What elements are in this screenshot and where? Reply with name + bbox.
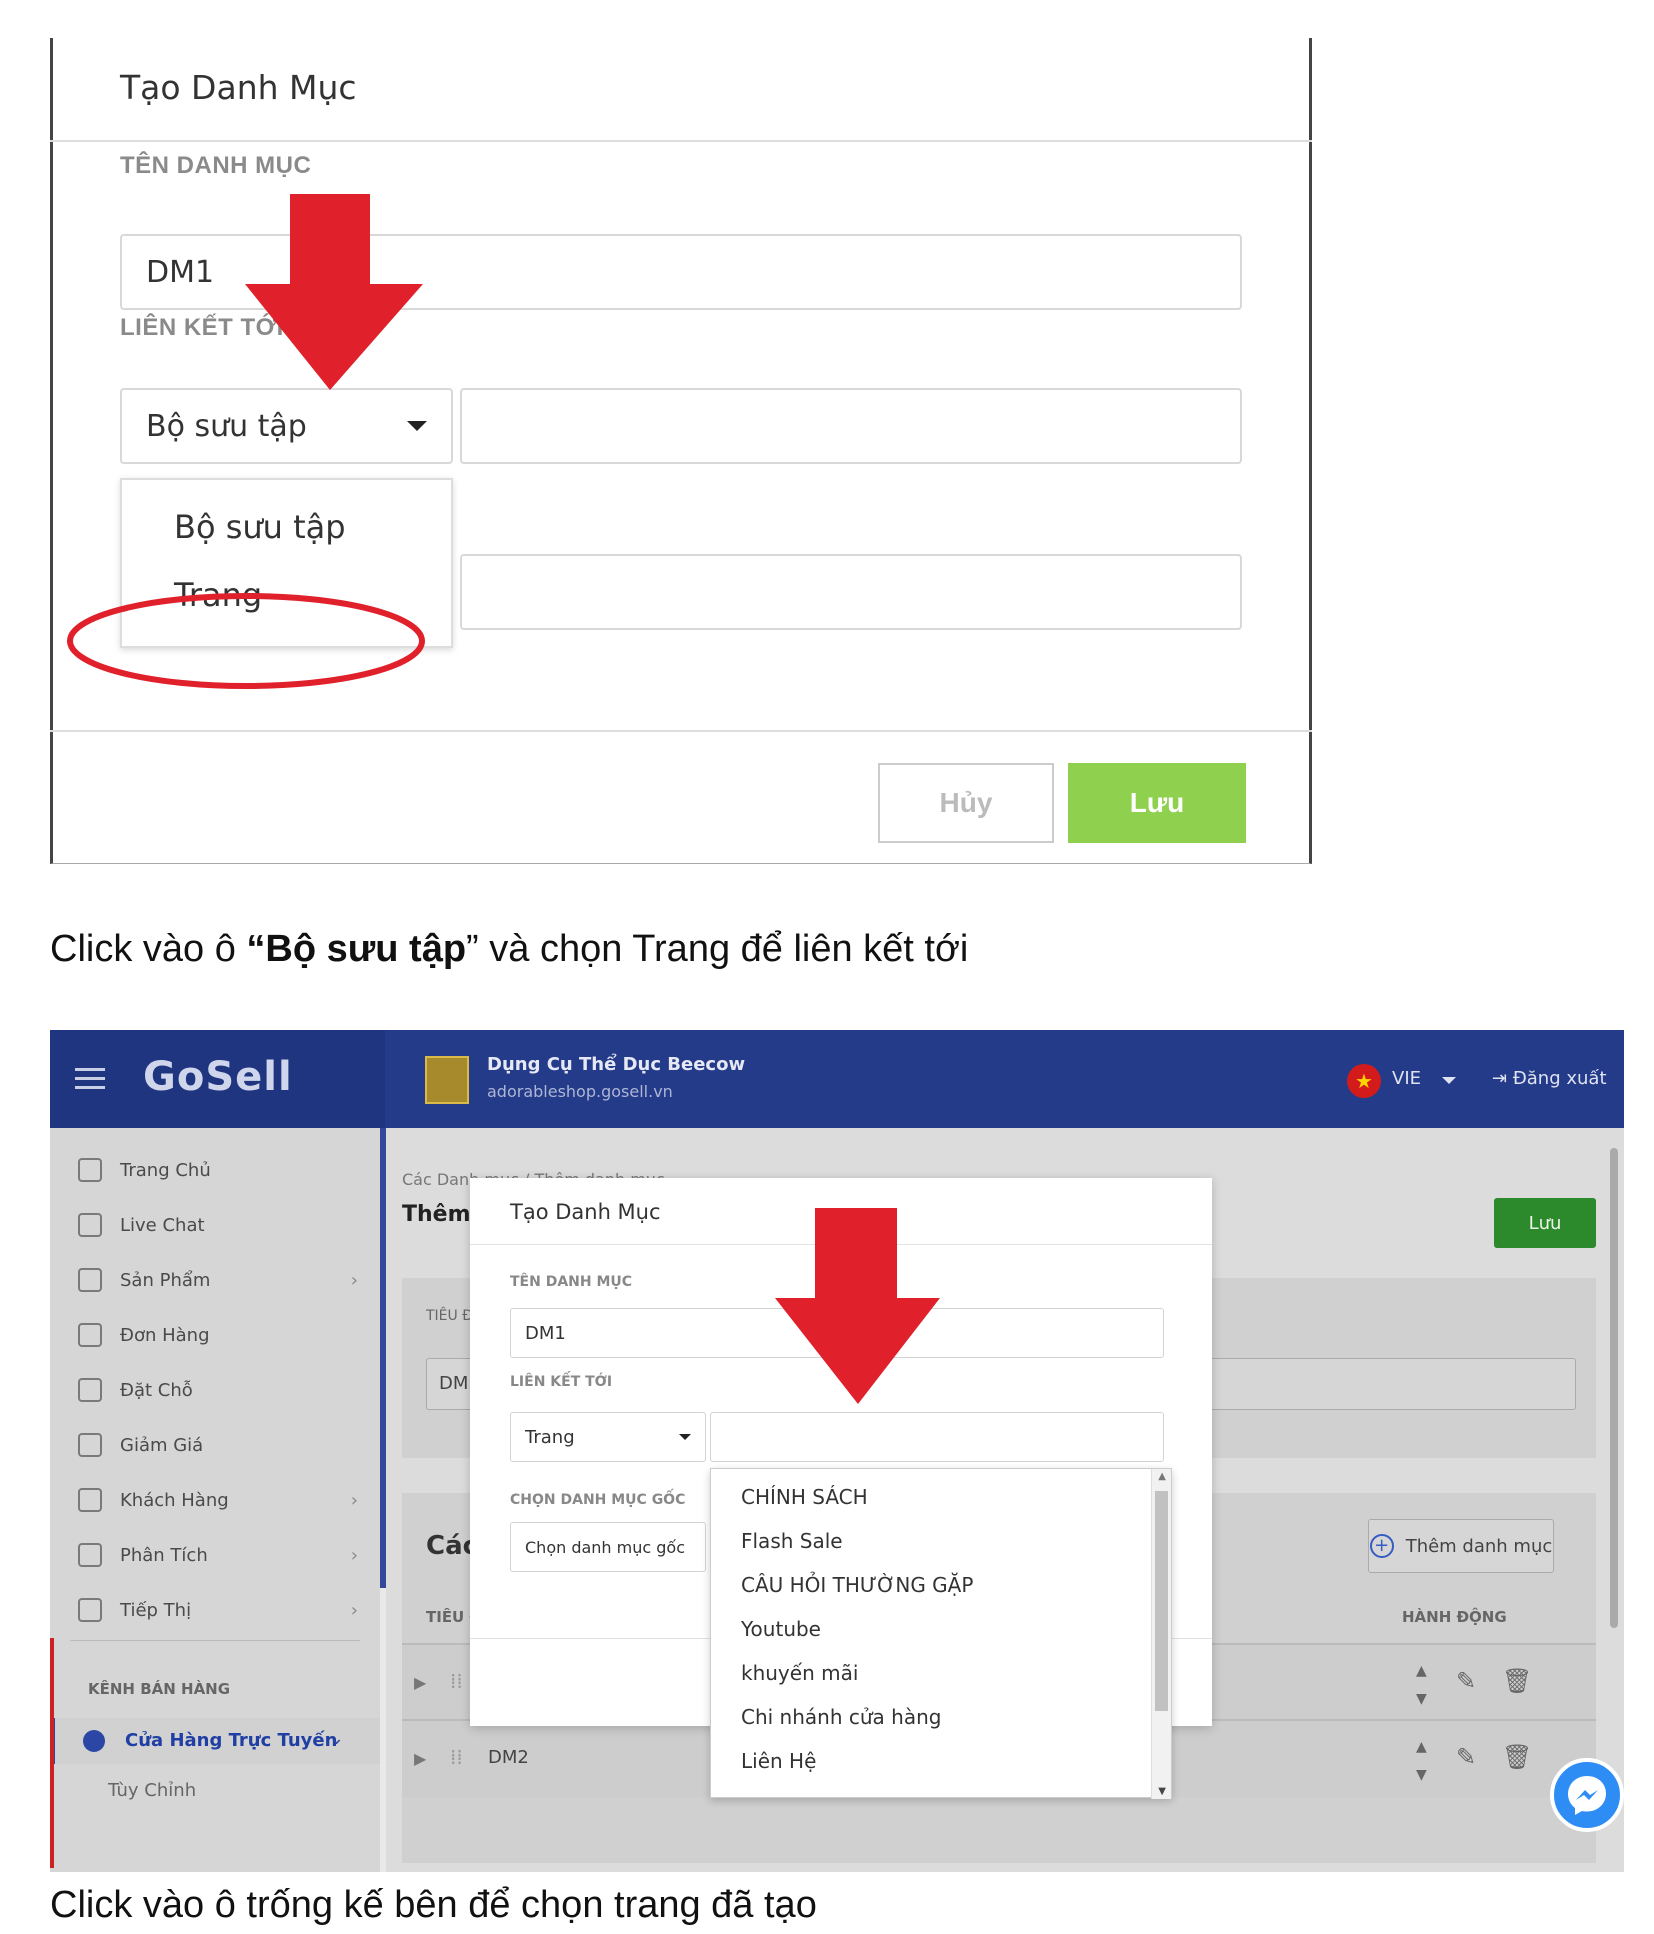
list-item[interactable]: Youtube [741, 1617, 821, 1641]
link-type-value: Bộ sưu tập [146, 408, 307, 444]
plus-circle-icon: + [1369, 1534, 1394, 1558]
sidebar-item-online-store[interactable]: Cửa Hàng Trực Tuyến ⌄ [50, 1718, 380, 1764]
parent-category-input[interactable] [460, 554, 1242, 630]
caret-down-icon [407, 421, 427, 431]
zoomed-modal-screenshot: Tạo Danh Mục TÊN DANH MỤC DM1 LIÊN KẾT T… [50, 38, 1312, 864]
chevron-right-icon: › [350, 1489, 358, 1511]
expand-icon[interactable]: ▶ [414, 1749, 426, 1768]
sidebar-item-marketing[interactable]: Tiếp Thị › [78, 1592, 358, 1628]
divider [50, 730, 1312, 732]
sidebar-item-home[interactable]: Trang Chủ [78, 1152, 358, 1188]
name-label: TÊN DANH MỤC [120, 152, 312, 179]
discount-icon [78, 1433, 102, 1457]
edit-icon[interactable]: ✎ [1456, 1667, 1476, 1695]
home-icon [78, 1158, 102, 1182]
chevron-right-icon: › [350, 1269, 358, 1291]
chevron-down-icon: ⌄ [328, 1728, 344, 1749]
messenger-icon[interactable] [1550, 1758, 1624, 1832]
list-item[interactable]: Flash Sale [741, 1529, 843, 1553]
logout-button[interactable]: ⇥ Đăng xuất [1492, 1068, 1607, 1089]
scroll-up-icon[interactable]: ▲ [1158, 1471, 1166, 1482]
link-type-value: Trang [525, 1426, 575, 1448]
link-type-select[interactable]: Bộ sưu tập [120, 388, 453, 464]
parent-category-select[interactable]: Chọn danh mục gốc [510, 1522, 706, 1572]
trash-icon[interactable]: 🗑 [1502, 1743, 1532, 1771]
link-target-input[interactable] [710, 1412, 1164, 1462]
page-options-dropdown: CHÍNH SÁCH Flash Sale CÂU HỎI THƯỜNG GẶP… [710, 1468, 1172, 1799]
scroll-thumb[interactable] [1155, 1491, 1168, 1711]
dashboard-screenshot: GoSell Dụng Cụ Thể Dục Beecow adorablesh… [50, 1030, 1624, 1872]
row-name: DM2 [488, 1747, 529, 1768]
list-item[interactable]: CÂU HỎI THƯỜNG GẶP [741, 1573, 973, 1597]
caret-down-icon [679, 1434, 691, 1440]
modal-title: Tạo Danh Mục [510, 1200, 661, 1224]
sales-channel-heading: KÊNH BÁN HÀNG [88, 1680, 231, 1698]
chevron-right-icon: › [350, 1544, 358, 1566]
sidebar-item-reservations[interactable]: Đặt Chỗ [78, 1372, 358, 1408]
reorder-icon[interactable]: ▲ ▼ [1416, 1733, 1427, 1789]
page-scrollbar[interactable] [1610, 1148, 1618, 1628]
name-label: TÊN DANH MỤC [510, 1274, 633, 1290]
list-item[interactable]: Chi nhánh cửa hàng [741, 1705, 941, 1729]
add-category-button[interactable]: + Thêm danh mục [1368, 1519, 1554, 1573]
sidebar-item-live-chat[interactable]: Live Chat [78, 1207, 358, 1243]
brand-zone: GoSell [50, 1030, 385, 1128]
top-bar: GoSell Dụng Cụ Thể Dục Beecow adorablesh… [50, 1030, 1624, 1128]
link-type-select[interactable]: Trang [510, 1412, 706, 1462]
users-icon [78, 1488, 102, 1512]
sidebar-item-customers[interactable]: Khách Hàng › [78, 1482, 358, 1518]
save-button[interactable]: Lưu [1068, 763, 1246, 843]
receipt-icon [78, 1323, 102, 1347]
scroll-down-icon[interactable]: ▼ [1158, 1786, 1166, 1797]
divider [50, 140, 1312, 142]
list-item[interactable]: CHÍNH SÁCH [741, 1485, 868, 1509]
vietnam-flag-icon: ★ [1347, 1064, 1381, 1098]
calendar-icon [78, 1378, 102, 1402]
shop-url: adorableshop.gosell.vn [487, 1082, 673, 1101]
sidebar: Trang Chủ Live Chat Sản Phẩm › Đơn Hàng Đ… [50, 1128, 380, 1872]
shop-name: Dụng Cụ Thể Dục Beecow [487, 1054, 746, 1075]
list-item[interactable]: khuyến mãi [741, 1661, 858, 1685]
globe-icon [83, 1730, 105, 1752]
red-circle-highlight-icon [67, 593, 425, 689]
chart-icon [78, 1543, 102, 1567]
red-edge [50, 1638, 54, 1868]
shop-avatar [425, 1056, 469, 1104]
bulb-icon [78, 1598, 102, 1622]
menu-icon[interactable] [75, 1068, 105, 1090]
cancel-button[interactable]: Hủy [878, 763, 1054, 843]
caret-down-icon[interactable] [1442, 1077, 1456, 1084]
red-arrow-icon [775, 1208, 940, 1404]
drag-handle-icon[interactable]: ⁞⁞ [450, 1745, 463, 1769]
dropdown-scrollbar[interactable]: ▲ ▼ [1151, 1469, 1171, 1799]
trash-icon[interactable]: 🗑 [1502, 1667, 1532, 1695]
save-button[interactable]: Lưu [1494, 1198, 1596, 1248]
option-collection[interactable]: Bộ sưu tập [174, 508, 346, 546]
tag-icon [78, 1268, 102, 1292]
caption-step-2: Click vào ô trống kế bên để chọn trang đ… [50, 1884, 817, 1926]
expand-icon[interactable]: ▶ [414, 1673, 426, 1692]
sidebar-item-discounts[interactable]: Giảm Giá [78, 1427, 358, 1463]
drag-handle-icon[interactable]: ⁞⁞ [450, 1669, 463, 1693]
sidebar-item-customize[interactable]: Tùy Chỉnh [108, 1780, 196, 1801]
sidebar-item-products[interactable]: Sản Phẩm › [78, 1262, 358, 1298]
sidebar-item-orders[interactable]: Đơn Hàng [78, 1317, 358, 1353]
gosell-logo: GoSell [143, 1054, 293, 1100]
column-actions: HÀNH ĐỘNG [1402, 1608, 1507, 1626]
list-item[interactable]: Liên Hệ [741, 1749, 816, 1773]
sidebar-item-analytics[interactable]: Phân Tích › [78, 1537, 358, 1573]
modal-title: Tạo Danh Mục [120, 68, 357, 107]
link-label: LIÊN KẾT TỚI [510, 1374, 613, 1390]
parent-category-label: CHỌN DANH MỤC GỐC [510, 1492, 686, 1508]
edit-icon[interactable]: ✎ [1456, 1743, 1476, 1771]
chevron-right-icon: › [350, 1599, 358, 1621]
red-arrow-icon [245, 194, 423, 390]
chat-icon [78, 1213, 102, 1237]
link-target-input[interactable] [460, 388, 1242, 464]
reorder-icon[interactable]: ▲ ▼ [1416, 1657, 1427, 1713]
language-selector[interactable]: VIE [1392, 1068, 1421, 1089]
divider [70, 1640, 360, 1641]
caption-step-1: Click vào ô “Bộ sưu tập” và chọn Trang đ… [50, 928, 969, 970]
